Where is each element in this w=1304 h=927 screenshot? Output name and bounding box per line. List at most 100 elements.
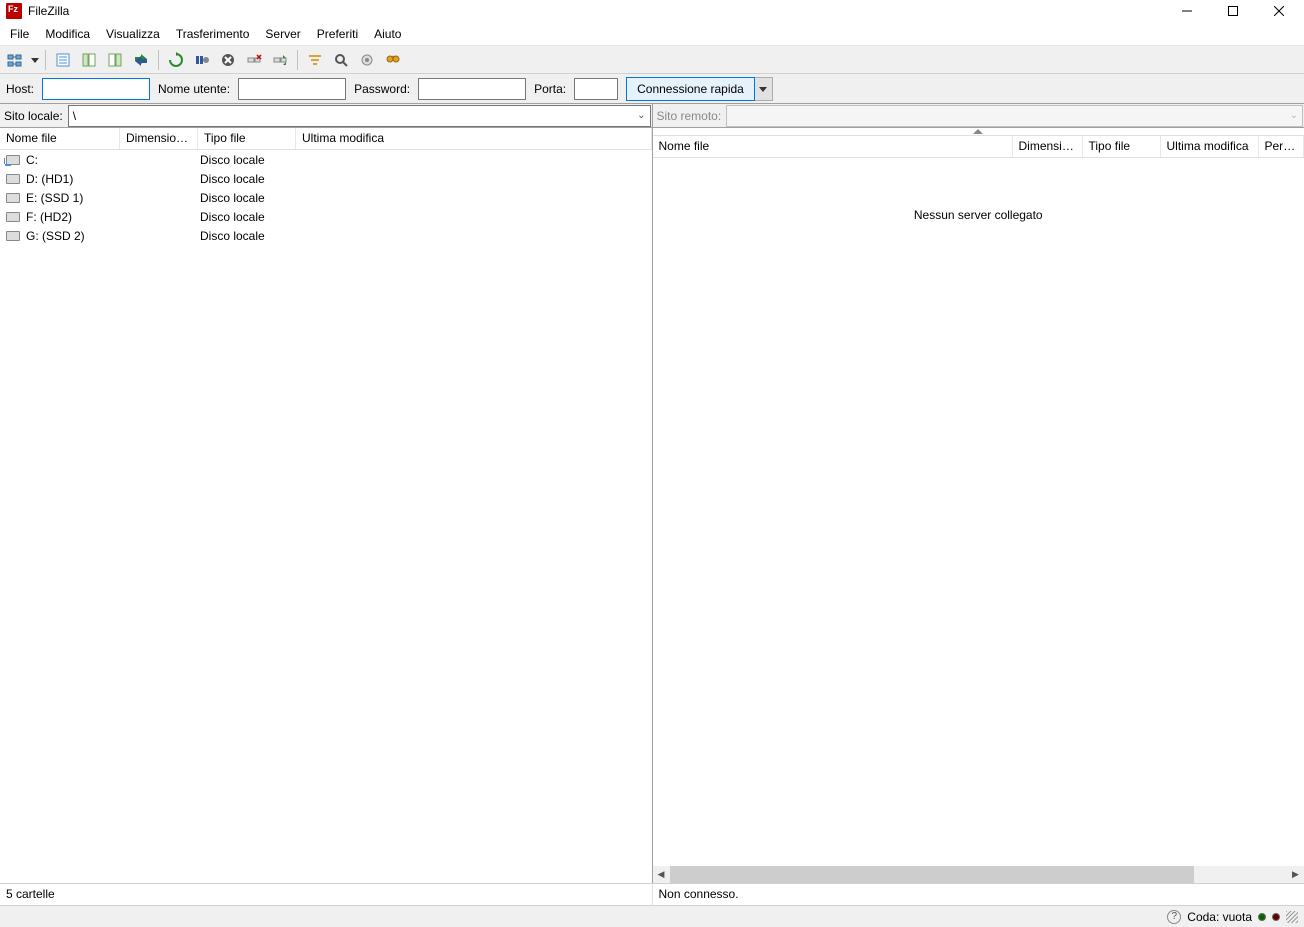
drive-icon: [6, 155, 20, 165]
drive-icon: [6, 212, 20, 222]
remote-site-label: Sito remoto:: [653, 109, 726, 123]
row-name: F: (HD2): [26, 210, 72, 224]
drive-icon: [6, 174, 20, 184]
compare-button[interactable]: [355, 48, 379, 72]
row-name: G: (SSD 2): [26, 229, 85, 243]
menubar: File Modifica Visualizza Trasferimento S…: [0, 22, 1304, 46]
row-name: D: (HD1): [26, 172, 73, 186]
site-manager-button[interactable]: [4, 48, 28, 72]
row-name: E: (SSD 1): [26, 191, 83, 205]
maximize-button[interactable]: [1210, 0, 1256, 22]
scroll-track[interactable]: [670, 866, 1288, 883]
remote-list-body[interactable]: Nessun server collegato: [653, 158, 1304, 866]
resize-grip[interactable]: [1286, 911, 1298, 923]
row-name: C:: [26, 153, 38, 167]
process-queue-button[interactable]: [190, 48, 214, 72]
filter-button[interactable]: [303, 48, 327, 72]
remote-list-header: Nome file Dimensio... Tipo file Ultima m…: [653, 136, 1304, 158]
table-row[interactable]: C: Disco locale: [0, 150, 652, 169]
titlebar: FileZilla: [0, 0, 1304, 22]
toggle-log-button[interactable]: [51, 48, 75, 72]
row-type: Disco locale: [198, 153, 296, 167]
site-manager-dropdown[interactable]: [30, 48, 40, 72]
minimize-button[interactable]: [1164, 0, 1210, 22]
row-type: Disco locale: [198, 210, 296, 224]
row-type: Disco locale: [198, 172, 296, 186]
col-tipo-file[interactable]: Tipo file: [198, 128, 296, 149]
menu-modifica[interactable]: Modifica: [37, 22, 98, 45]
host-label: Host:: [6, 82, 34, 96]
col-permessi[interactable]: Permessi: [1259, 136, 1304, 157]
username-input[interactable]: [238, 78, 346, 100]
menu-file[interactable]: File: [2, 22, 37, 45]
disconnect-button[interactable]: [242, 48, 266, 72]
quickconnect-button[interactable]: Connessione rapida: [626, 77, 755, 101]
col-tipo-file[interactable]: Tipo file: [1083, 136, 1161, 157]
col-dimensione[interactable]: Dimensio...: [1013, 136, 1083, 157]
toggle-queue-button[interactable]: [129, 48, 153, 72]
chevron-up-icon: [973, 129, 983, 134]
row-type: Disco locale: [198, 229, 296, 243]
remote-tree-collapse[interactable]: [653, 128, 1304, 136]
close-button[interactable]: [1256, 0, 1302, 22]
led-activity-down: [1258, 913, 1266, 921]
host-input[interactable]: [42, 78, 150, 100]
main-content: Sito locale: \ ⌄ Nome file Dimension... …: [0, 104, 1304, 883]
refresh-button[interactable]: [164, 48, 188, 72]
local-site-combo[interactable]: \ ⌄: [68, 105, 651, 127]
local-site-label: Sito locale:: [0, 109, 67, 123]
password-input[interactable]: [418, 78, 526, 100]
scroll-thumb[interactable]: [670, 866, 1195, 883]
col-nome-file[interactable]: Nome file: [653, 136, 1013, 157]
local-site-bar: Sito locale: \ ⌄: [0, 104, 652, 128]
status-row: 5 cartelle Non connesso.: [0, 883, 1304, 905]
menu-preferiti[interactable]: Preferiti: [309, 22, 366, 45]
bottombar: ? Coda: vuota: [0, 905, 1304, 927]
reconnect-button[interactable]: [268, 48, 292, 72]
toolbar-separator: [158, 50, 159, 70]
window-title: FileZilla: [28, 4, 1164, 18]
help-icon[interactable]: ?: [1167, 910, 1181, 924]
window-buttons: [1164, 0, 1302, 22]
local-list-body[interactable]: C: Disco locale D: (HD1) Disco locale E: (SS…: [0, 150, 652, 883]
remote-status: Non connesso.: [653, 884, 1304, 905]
toolbar-separator: [297, 50, 298, 70]
table-row[interactable]: E: (SSD 1)Disco locale: [0, 188, 652, 207]
password-label: Password:: [354, 82, 410, 96]
menu-aiuto[interactable]: Aiuto: [366, 22, 409, 45]
toolbar-separator: [45, 50, 46, 70]
search-button[interactable]: [329, 48, 353, 72]
scroll-left-icon[interactable]: ◀: [653, 866, 670, 883]
queue-status: Coda: vuota: [1187, 910, 1252, 924]
chevron-down-icon: ⌄: [637, 110, 645, 121]
local-status: 5 cartelle: [0, 884, 653, 905]
col-ultima-modifica[interactable]: Ultima modifica: [296, 128, 652, 149]
port-label: Porta:: [534, 82, 566, 96]
local-list-header: Nome file Dimension... Tipo file Ultima …: [0, 128, 652, 150]
find-button[interactable]: [381, 48, 405, 72]
port-input[interactable]: [574, 78, 618, 100]
local-site-value: \: [73, 109, 76, 123]
table-row[interactable]: G: (SSD 2) Disco locale: [0, 226, 652, 245]
toggle-remote-tree-button[interactable]: [103, 48, 127, 72]
remote-site-combo[interactable]: ⌄: [726, 105, 1303, 127]
quickconnect-dropdown[interactable]: [755, 77, 773, 101]
table-row[interactable]: F: (HD2) Disco locale: [0, 207, 652, 226]
menu-server[interactable]: Server: [257, 22, 308, 45]
remote-scrollbar-horizontal[interactable]: ◀ ▶: [653, 866, 1304, 883]
table-row[interactable]: D: (HD1) Disco locale: [0, 169, 652, 188]
col-ultima-modifica[interactable]: Ultima modifica: [1161, 136, 1259, 157]
username-label: Nome utente:: [158, 82, 230, 96]
drive-icon: [6, 193, 20, 203]
local-panel: Sito locale: \ ⌄ Nome file Dimension... …: [0, 104, 653, 883]
drive-icon: [6, 231, 20, 241]
col-nome-file[interactable]: Nome file: [0, 128, 120, 149]
col-dimensione[interactable]: Dimension...: [120, 128, 198, 149]
scroll-right-icon[interactable]: ▶: [1287, 866, 1304, 883]
menu-trasferimento[interactable]: Trasferimento: [168, 22, 258, 45]
menu-visualizza[interactable]: Visualizza: [98, 22, 168, 45]
remote-empty-message: Nessun server collegato: [653, 208, 1304, 222]
cancel-button[interactable]: [216, 48, 240, 72]
toggle-local-tree-button[interactable]: [77, 48, 101, 72]
remote-panel: Sito remoto: ⌄ Nome file Dimensio... Tip…: [653, 104, 1304, 883]
